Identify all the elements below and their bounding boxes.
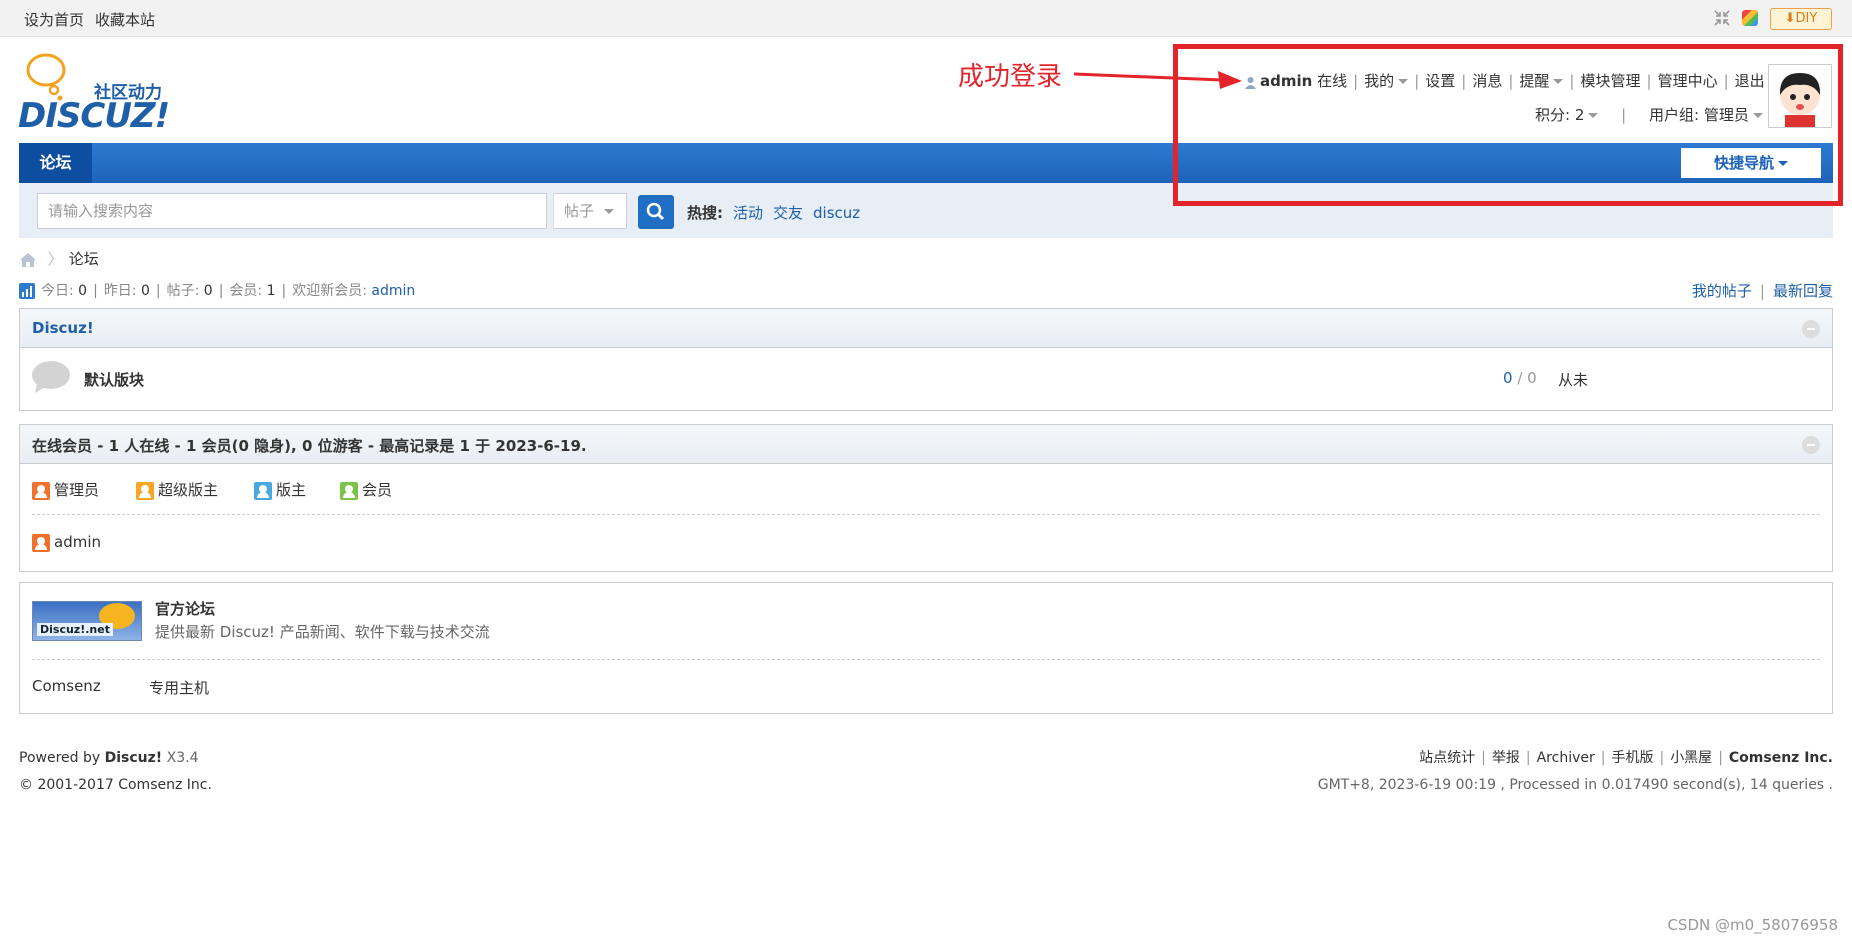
text-link[interactable]: 专用主机 xyxy=(149,677,209,698)
hot-search-item[interactable]: discuz xyxy=(813,204,860,222)
category-header: Discuz! xyxy=(20,309,1832,348)
version: X3.4 xyxy=(166,750,199,766)
search-button[interactable] xyxy=(638,195,674,229)
breadcrumb-current: 论坛 xyxy=(68,250,99,268)
latest-replies-link[interactable]: 最新回复 xyxy=(1773,282,1833,300)
hot-search-item[interactable]: 活动 xyxy=(733,204,763,222)
stats-links: 我的帖子 | 最新回复 xyxy=(1691,282,1833,300)
collapse-icon[interactable] xyxy=(1802,436,1820,454)
top-bar: 设为首页 收藏本站 ⬇DIY xyxy=(0,0,1852,37)
logo-wordmark: DISCUZ! xyxy=(18,96,170,136)
online-user[interactable]: admin xyxy=(32,533,101,552)
set-homepage-link[interactable]: 设为首页 xyxy=(24,9,84,30)
discuz-net-banner[interactable]: Discuz!.net xyxy=(32,601,142,641)
footer-left: Powered by Discuz! X3.4 © 2001-2017 Coms… xyxy=(19,745,212,799)
banner-text: Discuz!.net xyxy=(37,623,113,636)
moderator-group-icon xyxy=(254,481,272,500)
admin-group-icon xyxy=(32,481,50,500)
collapse-icon[interactable] xyxy=(1802,320,1820,338)
legend-super-mod: 超级版主 xyxy=(136,479,218,500)
members-count: 1 xyxy=(266,283,276,299)
annotation-highlight-box xyxy=(1173,44,1843,206)
search-input[interactable] xyxy=(37,193,547,229)
online-title: 在线会员 - 1 人在线 - 1 会员(0 隐身), 0 位游客 - 最高记录是… xyxy=(32,437,587,455)
nav-tab-forum[interactable]: 论坛 xyxy=(19,143,92,183)
link-banner-row: Discuz!.net 官方论坛 提供最新 Discuz! 产品新闻、软件下载与… xyxy=(32,583,1820,660)
stats-icon xyxy=(19,283,35,299)
friend-links: Discuz!.net 官方论坛 提供最新 Discuz! 产品新闻、软件下载与… xyxy=(19,582,1833,714)
legend-mod: 版主 xyxy=(254,479,306,500)
footer-link[interactable]: 手机版 xyxy=(1611,750,1653,766)
caret-down-icon xyxy=(604,209,615,214)
legend-member: 会员 xyxy=(340,479,392,500)
watermark: CSDN @m0_58076958 xyxy=(1667,916,1838,934)
official-forum-link[interactable]: 官方论坛 xyxy=(155,598,215,619)
forum-row: 默认版块 0 / 0 从未 xyxy=(20,348,1832,410)
bookmark-link[interactable]: 收藏本站 xyxy=(95,9,155,30)
footer-right: 站点统计 | 举报 | Archiver | 手机版 | 小黑屋 | Comsenz Inc. GM… xyxy=(1318,745,1833,799)
download-arrow-icon: ⬇ xyxy=(1784,11,1796,26)
site-logo[interactable]: 社区动力 DISCUZ! xyxy=(18,50,186,136)
official-forum-desc: 提供最新 Discuz! 产品新闻、软件下载与技术交流 xyxy=(155,623,490,641)
text-links-row: Comsenz 专用主机 xyxy=(20,660,1832,710)
category-title[interactable]: Discuz! xyxy=(32,319,94,337)
text-link[interactable]: Comsenz xyxy=(32,677,101,695)
my-posts-link[interactable]: 我的帖子 xyxy=(1692,282,1752,300)
footer-link[interactable]: 站点统计 xyxy=(1419,750,1475,766)
forum-name-link[interactable]: 默认版块 xyxy=(84,369,144,390)
discuz-link[interactable]: Discuz! xyxy=(105,750,163,766)
online-header: 在线会员 - 1 人在线 - 1 会员(0 隐身), 0 位游客 - 最高记录是… xyxy=(20,425,1832,464)
footer-link[interactable]: 小黑屋 xyxy=(1670,750,1712,766)
forum-last-post: 从未 xyxy=(1558,371,1589,389)
yesterday-count: 0 xyxy=(140,283,150,299)
annotation-text: 成功登录 xyxy=(958,62,1063,92)
diy-label: DIY xyxy=(1795,11,1818,26)
online-members: 在线会员 - 1 人在线 - 1 会员(0 隐身), 0 位游客 - 最高记录是… xyxy=(19,424,1833,572)
company-link[interactable]: Comsenz Inc. xyxy=(1729,750,1833,766)
search-type-select[interactable]: 帖子 xyxy=(553,193,627,229)
process-info: GMT+8, 2023-6-19 00:19 , Processed in 0.… xyxy=(1317,777,1833,793)
hot-search-item[interactable]: 交友 xyxy=(773,204,803,222)
breadcrumb: 〉论坛 xyxy=(19,248,99,269)
forum-category: Discuz! 默认版块 0 / 0 从未 xyxy=(19,308,1833,411)
hot-search: 热搜: 活动 交友 discuz xyxy=(687,202,860,223)
copyright: © 2001-2017 Comsenz Inc. xyxy=(19,777,212,793)
footer-link[interactable]: 举报 xyxy=(1492,750,1520,766)
footer-link[interactable]: Archiver xyxy=(1537,750,1595,766)
forum-stats: 今日: 0 | 昨日: 0 | 帖子: 0 | 会员: 1 | 欢迎新会员: admin xyxy=(19,280,415,300)
diy-button[interactable]: ⬇DIY xyxy=(1770,8,1832,30)
group-legend: 管理员 超级版主 版主 会员 xyxy=(32,464,1820,515)
annotation-arrow-icon xyxy=(1073,71,1242,89)
member-group-icon xyxy=(340,481,358,500)
search-icon xyxy=(646,202,665,221)
admin-user-icon xyxy=(32,533,50,552)
color-scheme-icon[interactable] xyxy=(1742,10,1758,26)
today-count: 0 xyxy=(78,283,88,299)
super-moderator-group-icon xyxy=(136,481,154,500)
forum-counts: 0 / 0 xyxy=(1503,369,1537,387)
switch-width-icon[interactable] xyxy=(1713,9,1731,27)
online-user-list: admin xyxy=(20,515,1832,570)
hot-search-label: 热搜: xyxy=(687,204,723,222)
forum-bubble-icon xyxy=(32,361,70,393)
posts-count: 0 xyxy=(203,283,213,299)
home-icon[interactable] xyxy=(19,252,37,268)
newest-member-link[interactable]: admin xyxy=(371,283,415,299)
legend-admin: 管理员 xyxy=(32,479,99,500)
breadcrumb-separator: 〉 xyxy=(47,250,63,268)
